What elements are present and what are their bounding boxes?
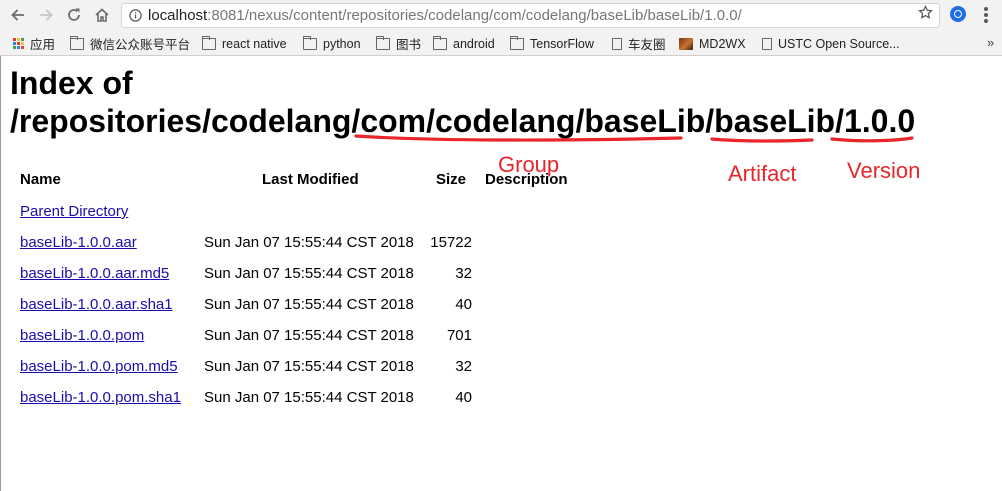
- browser-toolbar: localhost:8081/nexus/content/repositorie…: [0, 0, 1002, 31]
- bookmark-apps[interactable]: 应用: [13, 35, 55, 52]
- page-icon: [612, 37, 622, 50]
- address-bar[interactable]: localhost:8081/nexus/content/repositorie…: [121, 3, 940, 28]
- bookmarks-bar: 应用 微信公众账号平台 react native python 图书 andro…: [0, 31, 1002, 56]
- column-header-last-modified: Last Modified: [262, 171, 359, 188]
- bookmark-label: TensorFlow: [530, 36, 594, 51]
- url-text: localhost:8081/nexus/content/repositorie…: [148, 7, 742, 25]
- page-title-line1: Index of: [10, 65, 133, 101]
- bookmark-tensorflow[interactable]: TensorFlow: [510, 35, 594, 52]
- file-size: 32: [455, 358, 472, 375]
- file-size: 32: [455, 265, 472, 282]
- bookmark-label: 车友圈: [628, 38, 666, 52]
- page-icon: [762, 37, 772, 50]
- last-modified: Sun Jan 07 15:55:44 CST 2018: [204, 265, 414, 282]
- column-header-size: Size: [436, 171, 467, 188]
- bookmark-label: android: [453, 36, 495, 51]
- bookmark-md2wx[interactable]: MD2WX: [679, 35, 746, 52]
- browser-menu-icon[interactable]: [984, 7, 988, 23]
- folder-icon: [70, 35, 84, 50]
- last-modified: Sun Jan 07 15:55:44 CST 2018: [204, 327, 414, 344]
- file-size: 15722: [430, 234, 472, 251]
- folder-icon: [510, 35, 524, 50]
- bookmark-label: 微信公众账号平台: [90, 38, 191, 52]
- bookmark-wechat[interactable]: 微信公众账号平台: [70, 35, 190, 52]
- back-button[interactable]: [7, 4, 29, 26]
- bookmark-label: 应用: [30, 38, 56, 52]
- annotation-group-label: Group: [498, 152, 560, 177]
- bookmark-star-icon[interactable]: [918, 5, 933, 20]
- parent-directory-link[interactable]: Parent Directory: [20, 203, 128, 220]
- forward-arrow-icon: [40, 9, 53, 21]
- url-path: :8081/nexus/content/repositories/codelan…: [207, 7, 742, 24]
- apps-grid-icon: [13, 37, 24, 50]
- page-title-path: /repositories/codelang/com/codelang/base…: [10, 103, 916, 139]
- file-size: 40: [455, 389, 472, 406]
- forward-button[interactable]: [35, 4, 57, 26]
- column-header-name: Name: [20, 171, 61, 188]
- bookmarks-overflow-button[interactable]: »: [987, 35, 994, 50]
- bookmark-react-native[interactable]: react native: [202, 35, 287, 52]
- annotation-version-label: Version: [847, 158, 921, 183]
- home-icon: [95, 8, 109, 22]
- bookmark-books[interactable]: 图书: [376, 35, 421, 52]
- annotation-artifact-label: Artifact: [728, 161, 797, 186]
- last-modified: Sun Jan 07 15:55:44 CST 2018: [204, 358, 414, 375]
- url-host: localhost: [148, 7, 208, 24]
- file-size: 40: [455, 296, 472, 313]
- folder-icon: [376, 35, 390, 50]
- back-arrow-icon: [11, 9, 24, 21]
- bookmark-label: 图书: [396, 38, 422, 52]
- bookmark-label: USTC Open Source...: [778, 36, 900, 51]
- bookmark-ustc[interactable]: USTC Open Source...: [762, 35, 900, 52]
- reload-button[interactable]: [63, 4, 85, 26]
- bookmark-android[interactable]: android: [433, 35, 495, 52]
- info-icon[interactable]: [129, 9, 142, 22]
- extension-icon[interactable]: [950, 6, 966, 22]
- bookmark-label: MD2WX: [699, 36, 746, 51]
- home-button[interactable]: [91, 4, 113, 26]
- folder-icon: [433, 35, 447, 50]
- folder-icon: [303, 35, 317, 50]
- bookmark-label: python: [323, 36, 361, 51]
- bookmark-python[interactable]: python: [303, 35, 361, 52]
- file-link[interactable]: baseLib-1.0.0.pom: [20, 327, 144, 344]
- file-link[interactable]: baseLib-1.0.0.aar.sha1: [20, 296, 173, 313]
- last-modified: Sun Jan 07 15:55:44 CST 2018: [204, 296, 414, 313]
- file-link[interactable]: baseLib-1.0.0.aar.md5: [20, 265, 169, 282]
- file-link[interactable]: baseLib-1.0.0.aar: [20, 234, 137, 251]
- folder-icon: [202, 35, 216, 50]
- bookmark-label: react native: [222, 36, 287, 51]
- image-icon: [679, 37, 693, 50]
- reload-icon: [68, 8, 80, 21]
- page-title: Index of /repositories/codelang/com/code…: [10, 64, 915, 140]
- last-modified: Sun Jan 07 15:55:44 CST 2018: [204, 234, 414, 251]
- file-size: 701: [446, 327, 472, 344]
- bookmark-car-circle[interactable]: 车友圈: [612, 35, 666, 52]
- page-content: Index of /repositories/codelang/com/code…: [0, 56, 1002, 491]
- file-link[interactable]: baseLib-1.0.0.pom.sha1: [20, 389, 181, 406]
- file-link[interactable]: baseLib-1.0.0.pom.md5: [20, 358, 178, 375]
- last-modified: Sun Jan 07 15:55:44 CST 2018: [204, 389, 414, 406]
